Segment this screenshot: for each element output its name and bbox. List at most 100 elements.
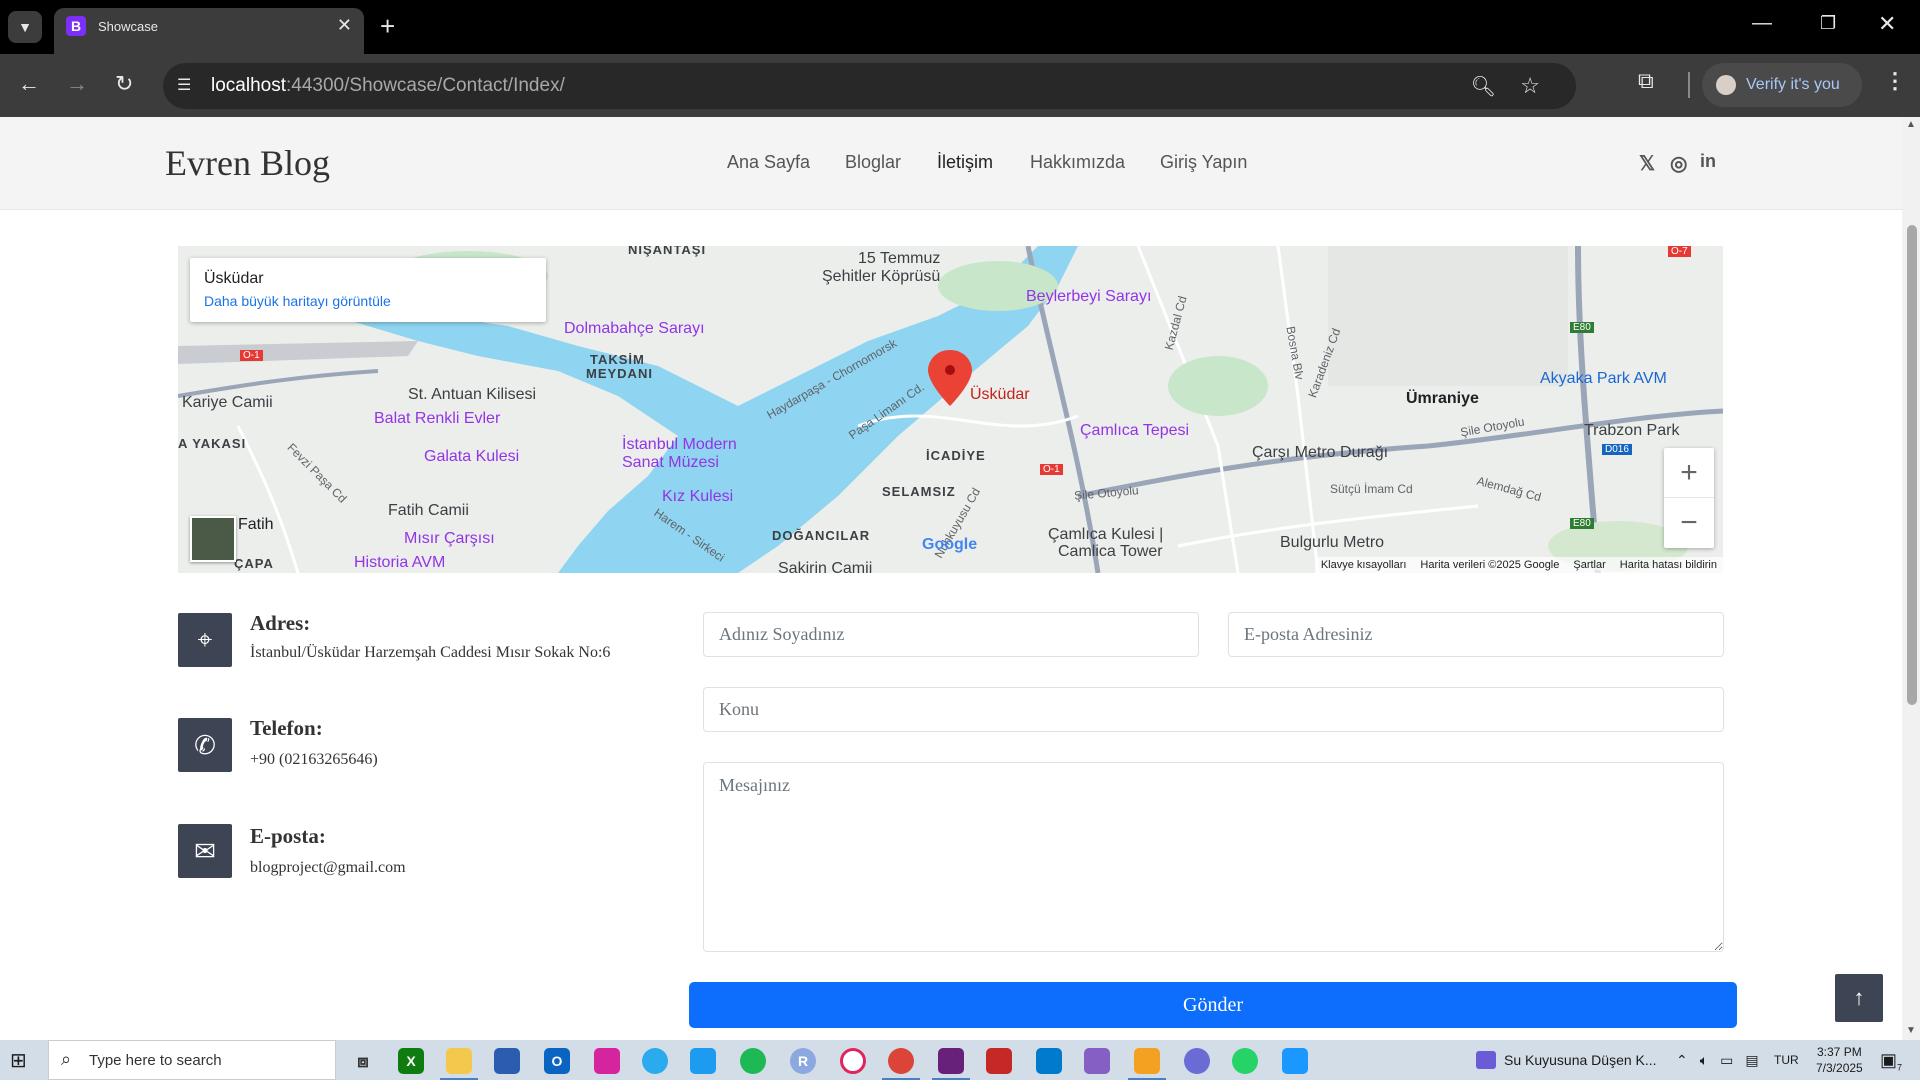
telegram-icon[interactable] <box>642 1048 668 1074</box>
close-tab-icon[interactable]: ✕ <box>337 15 352 36</box>
back-arrow-icon[interactable]: ← <box>18 70 40 98</box>
map-label: DOĞANCILAR <box>772 528 871 543</box>
zoom-out-button[interactable]: − <box>1664 498 1714 548</box>
task-view-icon[interactable]: ⧈ <box>350 1048 376 1074</box>
file-explorer-icon[interactable] <box>440 1048 478 1080</box>
scroll-down-arrow-icon[interactable]: ▼ <box>1906 1025 1916 1036</box>
spotify-icon[interactable] <box>740 1048 766 1074</box>
address-title: Adres: <box>250 611 311 635</box>
input-language[interactable]: TUR <box>1774 1053 1799 1067</box>
nav-home[interactable]: Ana Sayfa <box>727 152 810 173</box>
nav-contact[interactable]: İletişim <box>937 152 993 173</box>
bookmark-star-icon[interactable]: ☆ <box>1520 73 1540 99</box>
reload-icon[interactable]: ↻ <box>115 70 133 98</box>
satellite-layer-toggle[interactable] <box>190 516 236 562</box>
tab-search-button[interactable]: ▼ <box>8 11 42 43</box>
site-header: Evren Blog Ana Sayfa Bloglar İletişim Ha… <box>0 117 1902 210</box>
bootstrap-favicon-icon: B <box>66 16 86 36</box>
email-title: E-posta: <box>250 824 326 848</box>
page-viewport: Evren Blog Ana Sayfa Bloglar İletişim Ha… <box>0 117 1920 1040</box>
browser-app-icon[interactable] <box>1184 1048 1210 1074</box>
message-textarea[interactable] <box>703 762 1724 952</box>
map-label: Mısır Çarşısı <box>404 530 495 547</box>
rider-icon[interactable]: R <box>790 1048 816 1074</box>
scrollbar-thumb[interactable] <box>1907 225 1917 705</box>
map-label: O-1 <box>1040 464 1063 475</box>
new-tab-plus-icon[interactable]: + <box>380 11 395 41</box>
map-label: ÇAPA <box>234 556 274 571</box>
media-widget[interactable]: Su Kuyusuna Düşen K... <box>1476 1051 1657 1069</box>
nav-blogs[interactable]: Bloglar <box>845 152 901 173</box>
envelope-icon: ✉ <box>178 824 232 878</box>
forward-arrow-icon[interactable]: → <box>66 70 88 98</box>
linkedin-icon[interactable]: in <box>1700 151 1716 172</box>
zoom-in-button[interactable]: + <box>1664 448 1714 498</box>
battery-icon[interactable]: ▭ <box>1720 1052 1733 1069</box>
instagram-icon[interactable]: ◎ <box>1670 151 1687 176</box>
twitter-icon[interactable] <box>690 1048 716 1074</box>
map-label: Akyaka Park AVM <box>1540 370 1667 387</box>
window-minimize-icon[interactable]: — <box>1752 12 1772 35</box>
extensions-puzzle-icon[interactable]: ⧉ <box>1638 68 1654 94</box>
url-host: localhost <box>211 75 286 96</box>
map-label: NİŞANTAŞI <box>628 246 707 257</box>
scroll-up-arrow-icon[interactable]: ▲ <box>1906 119 1916 130</box>
xbox-icon[interactable]: X <box>398 1048 424 1074</box>
view-larger-map-link[interactable]: Daha büyük haritayı görüntüle <box>204 293 391 309</box>
terms-link[interactable]: Şartlar <box>1573 559 1605 571</box>
map-label: Beylerbeyi Sarayı <box>1026 288 1152 305</box>
map-label: Kız Kulesi <box>662 488 734 505</box>
prime-video-icon[interactable] <box>1282 1048 1308 1074</box>
verify-label: Verify it's you <box>1746 76 1840 93</box>
map-label: Ümraniye <box>1406 390 1479 407</box>
vscode-icon[interactable] <box>1036 1048 1062 1074</box>
map-label: Çamlıca Kulesi | <box>1048 526 1164 543</box>
map-label: E80 <box>1570 322 1594 333</box>
instagram-app-icon[interactable] <box>594 1048 620 1074</box>
nav-login[interactable]: Giriş Yapın <box>1160 152 1247 173</box>
window-restore-icon[interactable]: ❐ <box>1820 13 1836 34</box>
report-map-error-link[interactable]: Harita hatası bildirin <box>1620 559 1717 571</box>
plus-icon: + <box>1680 455 1698 489</box>
embedded-map[interactable]: Üsküdar Daha büyük haritayı görüntüle Nİ… <box>178 246 1723 573</box>
browser-menu-icon[interactable]: ⋮ <box>1884 68 1906 94</box>
site-brand[interactable]: Evren Blog <box>165 142 330 184</box>
url-text[interactable]: localhost:44300/Showcase/Contact/Index/ <box>211 75 565 97</box>
subject-input[interactable] <box>703 687 1724 732</box>
network-icon[interactable]: ▤ <box>1745 1052 1758 1069</box>
window-close-icon[interactable]: ✕ <box>1878 11 1896 37</box>
taskbar-search-box[interactable]: ⌕ Type here to search <box>48 1040 336 1080</box>
notification-center-icon[interactable]: ▣7 <box>1880 1050 1902 1073</box>
outlook-icon[interactable]: O <box>544 1048 570 1074</box>
address-bar[interactable]: ☰ localhost:44300/Showcase/Contact/Index… <box>163 63 1576 109</box>
keyboard-shortcuts-link[interactable]: Klavye kısayolları <box>1321 559 1407 571</box>
email-input[interactable] <box>1228 612 1724 657</box>
nav-about[interactable]: Hakkımızda <box>1030 152 1125 173</box>
site-info-icon[interactable]: ☰ <box>177 75 191 95</box>
system-clock[interactable]: 3:37 PM 7/3/2025 <box>1816 1044 1863 1076</box>
sql-server-icon[interactable] <box>986 1048 1012 1074</box>
back-to-top-button[interactable]: ↑ <box>1835 974 1883 1022</box>
windows-start-icon[interactable]: ⊞ <box>10 1048 34 1072</box>
whatsapp-icon[interactable] <box>1232 1048 1258 1074</box>
send-button[interactable]: Gönder <box>689 982 1737 1028</box>
name-input[interactable] <box>703 612 1199 657</box>
browser-tab-showcase[interactable]: B Showcase ✕ <box>54 8 364 54</box>
chevron-up-icon[interactable]: ⌃ <box>1676 1052 1688 1069</box>
map-label: Historia AVM <box>354 554 446 571</box>
phone-title: Telefon: <box>250 716 323 740</box>
paint-icon[interactable] <box>1128 1048 1166 1080</box>
taskbar-search-placeholder: Type here to search <box>89 1052 222 1069</box>
microsoft-store-icon[interactable] <box>494 1048 520 1074</box>
visual-studio-2-icon[interactable] <box>1084 1048 1110 1074</box>
address-text: İstanbul/Üsküdar Harzemşah Caddesi Mısır… <box>250 644 611 661</box>
x-icon[interactable]: 𝕏 <box>1639 151 1655 176</box>
map-label: O-1 <box>240 350 263 361</box>
zoom-magnifier-icon[interactable]: 🔍︎ <box>1471 74 1496 99</box>
visual-studio-icon[interactable] <box>932 1048 970 1080</box>
opera-icon[interactable] <box>840 1048 866 1074</box>
map-label: Sanat Müzesi <box>622 454 719 471</box>
verify-profile-button[interactable]: Verify it's you <box>1702 63 1862 107</box>
chrome-icon[interactable] <box>882 1048 920 1080</box>
volume-icon[interactable]: 🔈︎ <box>1700 1052 1708 1069</box>
